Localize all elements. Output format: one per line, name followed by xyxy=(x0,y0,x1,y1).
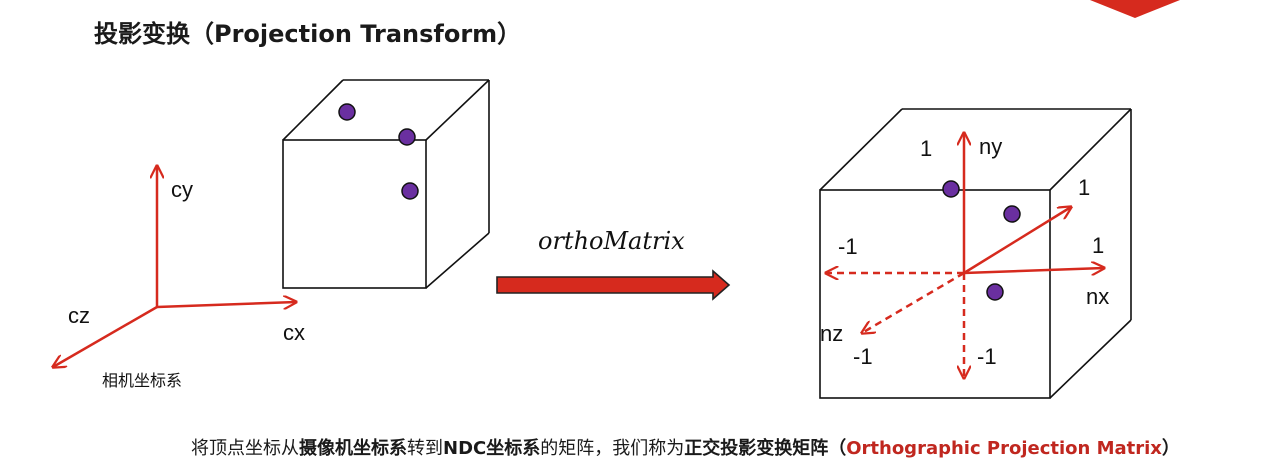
camera-frame-caption: 相机坐标系 xyxy=(102,371,182,390)
ny-label: ny xyxy=(979,134,1002,159)
ndc-top-right-edge xyxy=(1049,108,1132,191)
transform-label: orthoMatrix xyxy=(538,227,685,255)
nz-negative-value: -1 xyxy=(853,344,873,369)
caption-paren-open: （ xyxy=(828,438,847,459)
nx-label: nx xyxy=(1086,284,1109,309)
vertex-points-ndc xyxy=(942,180,1021,301)
ny-positive-value: 1 xyxy=(920,136,932,161)
cx-label: cx xyxy=(283,320,305,345)
vertex-point xyxy=(398,128,416,146)
nz-label: nz xyxy=(820,321,843,346)
projection-diagram: cy cx cz 相机坐标系 orthoMatrix ny 1 1 1 nx -… xyxy=(0,79,1132,399)
nz-axis xyxy=(862,271,965,333)
cy-label: cy xyxy=(171,177,193,202)
cz-label: cz xyxy=(68,303,90,328)
cube-bottom-right-edge xyxy=(425,232,490,289)
bottom-caption: 将顶点坐标从摄像机坐标系转到NDC坐标系的矩阵，我们称为正交投影变换矩阵（Ort… xyxy=(191,434,1180,460)
nx-positive-value: 1 xyxy=(1092,233,1104,258)
caption-ndc-frame: NDC坐标系 xyxy=(443,438,541,459)
caption-part: 的矩阵，我们称为 xyxy=(540,438,685,459)
cx-axis xyxy=(156,302,296,307)
ndc-top-left-edge xyxy=(819,108,903,191)
caption-part: 转到 xyxy=(407,438,443,459)
vertex-points-camera xyxy=(338,103,419,200)
caption-part: 将顶点坐标从 xyxy=(191,438,299,459)
cube-front-face xyxy=(282,139,427,289)
caption-english-name: Orthographic Projection Matrix xyxy=(846,438,1162,459)
caption-camera-frame: 摄像机坐标系 xyxy=(299,438,407,459)
ndc-bottom-right-edge xyxy=(1049,319,1132,399)
vertex-point xyxy=(401,182,419,200)
ndc-axes xyxy=(826,133,1104,378)
ny-negative-value: -1 xyxy=(977,344,997,369)
nz-positive-value: 1 xyxy=(1078,175,1090,200)
nx-negative-value: -1 xyxy=(838,234,858,259)
cube-top-left-edge xyxy=(282,79,344,141)
caption-matrix-name: 正交投影变换矩阵 xyxy=(684,438,829,459)
vertex-point xyxy=(1003,205,1021,223)
transform-arrow xyxy=(496,269,731,301)
view-volume-cube xyxy=(282,79,490,289)
cube-top-right-edge xyxy=(425,79,490,141)
vertex-point xyxy=(986,283,1004,301)
vertex-point xyxy=(338,103,356,121)
nx-axis xyxy=(963,268,1104,273)
caption-paren-close: ） xyxy=(1161,438,1180,459)
vertex-point xyxy=(942,180,960,198)
